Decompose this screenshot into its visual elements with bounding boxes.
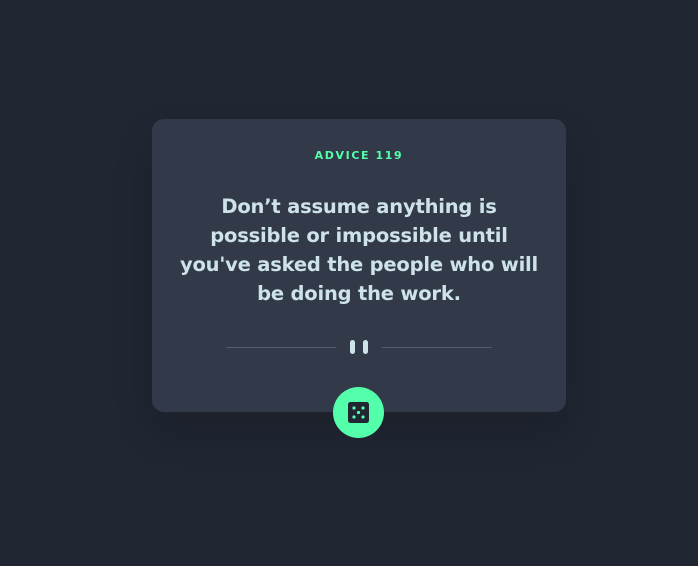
new-advice-button[interactable] <box>333 387 384 438</box>
pause-divider-icon <box>350 340 369 354</box>
advice-id-label: ADVICE 119 <box>314 149 404 162</box>
divider <box>226 340 492 354</box>
divider-line-right <box>382 347 492 348</box>
advice-quote: Don’t assume anything is possible or imp… <box>179 195 539 305</box>
dice-icon <box>348 402 369 423</box>
advice-card: ADVICE 119 Don’t assume anything is poss… <box>152 119 566 412</box>
divider-line-left <box>226 347 336 348</box>
